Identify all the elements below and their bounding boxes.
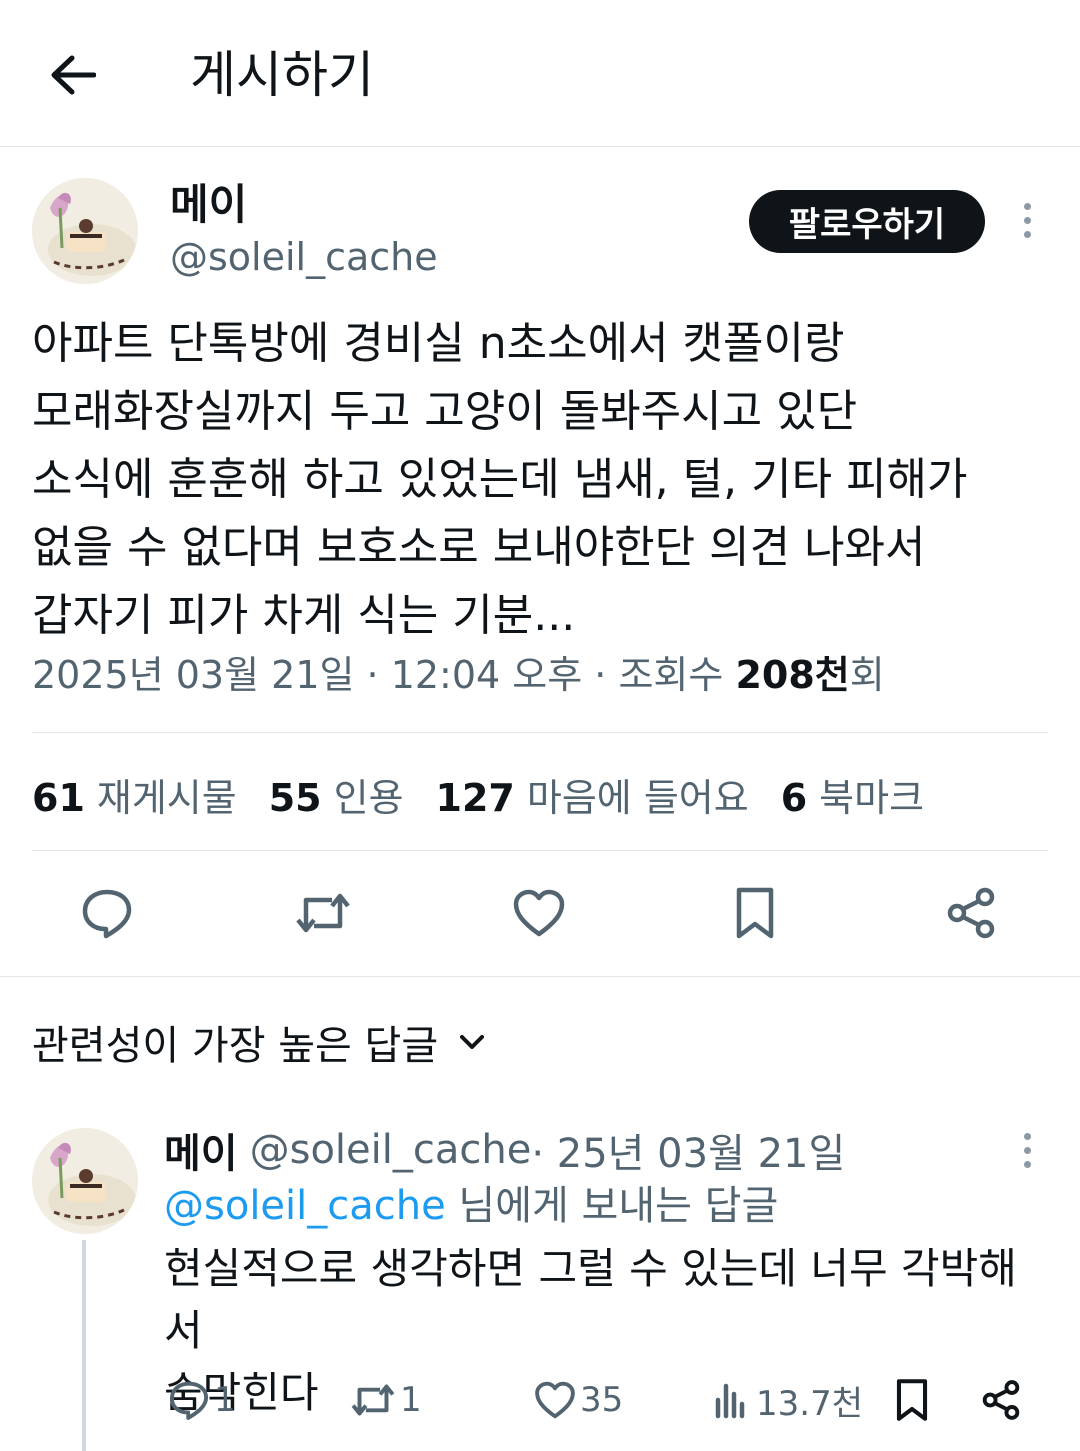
stats-divider [32,850,1048,851]
avatar-image [32,178,138,284]
share-icon [947,887,995,939]
replying-to-mention[interactable]: @soleil_cache [164,1183,446,1229]
tweet-text: 아파트 단톡방에 경비실 n초소에서 캣폴이랑 모래화장실까지 두고 고양이 돌… [32,318,968,641]
reply-button[interactable] [72,878,142,948]
views-label: 조회수 [618,653,736,697]
reply-sort-dropdown[interactable]: 관련성이 가장 높은 답글 [32,1012,486,1072]
quotes-stat[interactable]: 55 인용 [269,767,404,822]
replying-to: @soleil_cache 님에게 보내는 답글 [164,1178,778,1234]
share-icon [982,1380,1020,1420]
reply-author-name[interactable]: 메이 [164,1121,238,1179]
tweet-date: 2025년 03월 21일 [32,653,355,697]
reply-date: · 25년 03월 21일 [531,1131,846,1177]
meta-separator: · [354,653,391,697]
bookmarks-stat[interactable]: 6 북마크 [781,767,924,822]
reply-header: 메이 @soleil_cache · 25년 03월 21일 [164,1122,845,1178]
share-button[interactable] [936,878,1006,948]
tweet-time: 12:04 오후 [390,653,583,697]
back-button[interactable] [40,44,106,106]
bookmark-icon [896,1379,928,1421]
meta-separator: · [582,653,619,697]
repost-icon [351,1384,395,1416]
quotes-label: 인용 [333,775,404,820]
repost-button[interactable] [288,878,358,948]
quotes-count: 55 [268,775,322,820]
reply-like-button[interactable]: 35 [534,1372,623,1428]
likes-count: 127 [435,775,515,820]
bookmark-button[interactable] [720,878,790,948]
views-count: 208천 [735,653,850,697]
actions-divider [0,976,1080,977]
chevron-down-icon [460,1035,485,1049]
bookmark-icon [736,887,774,939]
more-options-icon[interactable] [1007,190,1047,250]
page-title: 게시하기 [190,46,374,104]
likes-label: 마음에 들어요 [526,775,749,820]
reply-repost-button[interactable]: 1 [350,1372,422,1428]
views-suffix: 회 [849,653,885,697]
reply-sort-label: 관련성이 가장 높은 답글 [32,1023,439,1069]
author-name[interactable]: 메이 [170,178,247,232]
likes-stat[interactable]: 127 마음에 들어요 [436,767,749,822]
reply-icon [169,1381,209,1420]
thread-line [82,1240,86,1451]
reply-share-button[interactable] [980,1372,1026,1428]
reposts-label: 재게시물 [96,775,237,820]
reply-reposts-count: 1 [400,1380,422,1420]
reposts-stat[interactable]: 61 재게시물 [32,767,237,822]
heart-icon [535,1381,575,1419]
reply-more-options-icon[interactable] [1007,1120,1047,1180]
follow-button[interactable]: 팔로우하기 [749,190,985,253]
header-divider [0,146,1080,147]
arrow-left-icon [51,55,96,95]
author-avatar[interactable] [32,178,138,284]
heart-icon [513,889,565,937]
meta-divider [32,732,1048,733]
reposts-count: 61 [32,775,85,820]
reply-replies-count: 1 [214,1380,236,1420]
avatar-image [32,1128,138,1234]
bookmarks-label: 북마크 [819,775,925,820]
reply-views-button[interactable]: 13.7천 [712,1372,863,1428]
like-button[interactable] [504,878,574,948]
repost-icon [296,893,350,933]
reply-author-handle[interactable]: @soleil_cache [250,1127,532,1173]
replying-to-suffix: 님에게 보내는 답글 [445,1183,779,1229]
tweet-stats: 61 재게시물 55 인용 127 마음에 들어요 6 북마크 [32,766,956,822]
reply-reply-button[interactable]: 1 [168,1372,236,1428]
reply-bookmark-button[interactable] [894,1372,934,1428]
tweet-meta: 2025년 03월 21일 · 12:04 오후 · 조회수 208천회 [32,648,885,702]
bookmarks-count: 6 [780,775,808,820]
reply-icon [82,889,132,939]
reply-views-count: 13.7천 [756,1383,863,1424]
reply-likes-count: 35 [580,1380,624,1420]
analytics-icon [715,1383,745,1419]
reply-author-avatar[interactable] [32,1128,138,1234]
author-handle[interactable]: @soleil_cache [170,232,438,282]
